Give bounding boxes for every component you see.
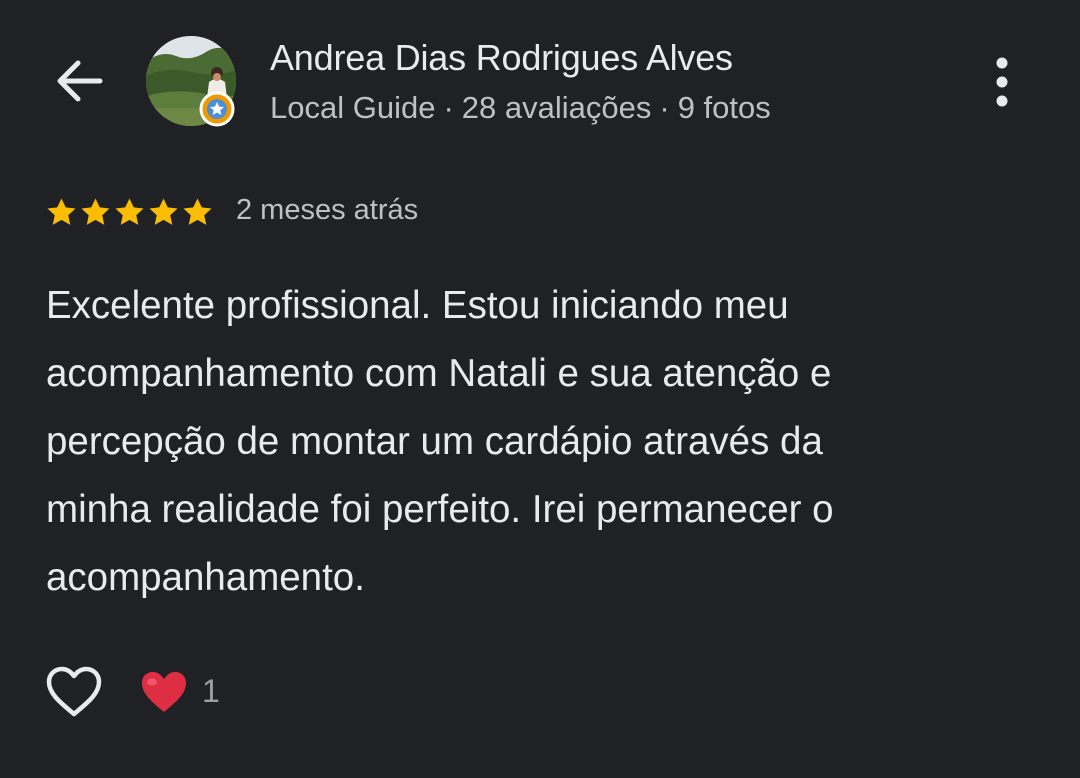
star-icon bbox=[115, 198, 144, 225]
review-text: Excelente profissional. Estou iniciando … bbox=[46, 272, 834, 612]
meta-separator: · bbox=[659, 90, 670, 125]
review-time-ago: 2 meses atrás bbox=[236, 194, 419, 226]
red-heart-icon bbox=[142, 672, 186, 712]
review-text-line: acompanhamento. bbox=[46, 556, 365, 599]
arrow-left-icon[interactable] bbox=[50, 52, 108, 110]
star-icon bbox=[183, 198, 212, 225]
star-rating bbox=[45, 196, 214, 229]
reviewer-name[interactable]: Andrea Dias Rodrigues Alves bbox=[270, 37, 733, 79]
review-screen: Andrea Dias Rodrigues Alves Local Guide … bbox=[0, 0, 1080, 778]
meta-separator: · bbox=[443, 90, 454, 125]
photos-count: 9 fotos bbox=[677, 90, 771, 125]
star-icon bbox=[81, 198, 110, 225]
star-icon bbox=[149, 198, 178, 225]
review-text-line: percepção de montar um cardápio através … bbox=[46, 420, 823, 463]
reviews-count: 28 avaliações bbox=[461, 90, 652, 125]
more-vert-icon[interactable] bbox=[985, 54, 1019, 110]
review-text-line: acompanhamento com Natali e sua atenção … bbox=[46, 352, 832, 395]
star-icon bbox=[47, 198, 76, 225]
review-text-line: Excelente profissional. Estou iniciando … bbox=[46, 284, 789, 327]
local-guide-star-icon bbox=[199, 91, 235, 127]
local-guide-label: Local Guide bbox=[270, 90, 436, 125]
reaction-count: 1 bbox=[202, 673, 220, 709]
heart-outline-icon[interactable] bbox=[45, 665, 103, 719]
review-text-line: minha realidade foi perfeito. Irei perma… bbox=[46, 488, 834, 531]
reviewer-meta: Local Guide · 28 avaliações · 9 fotos bbox=[270, 90, 771, 126]
